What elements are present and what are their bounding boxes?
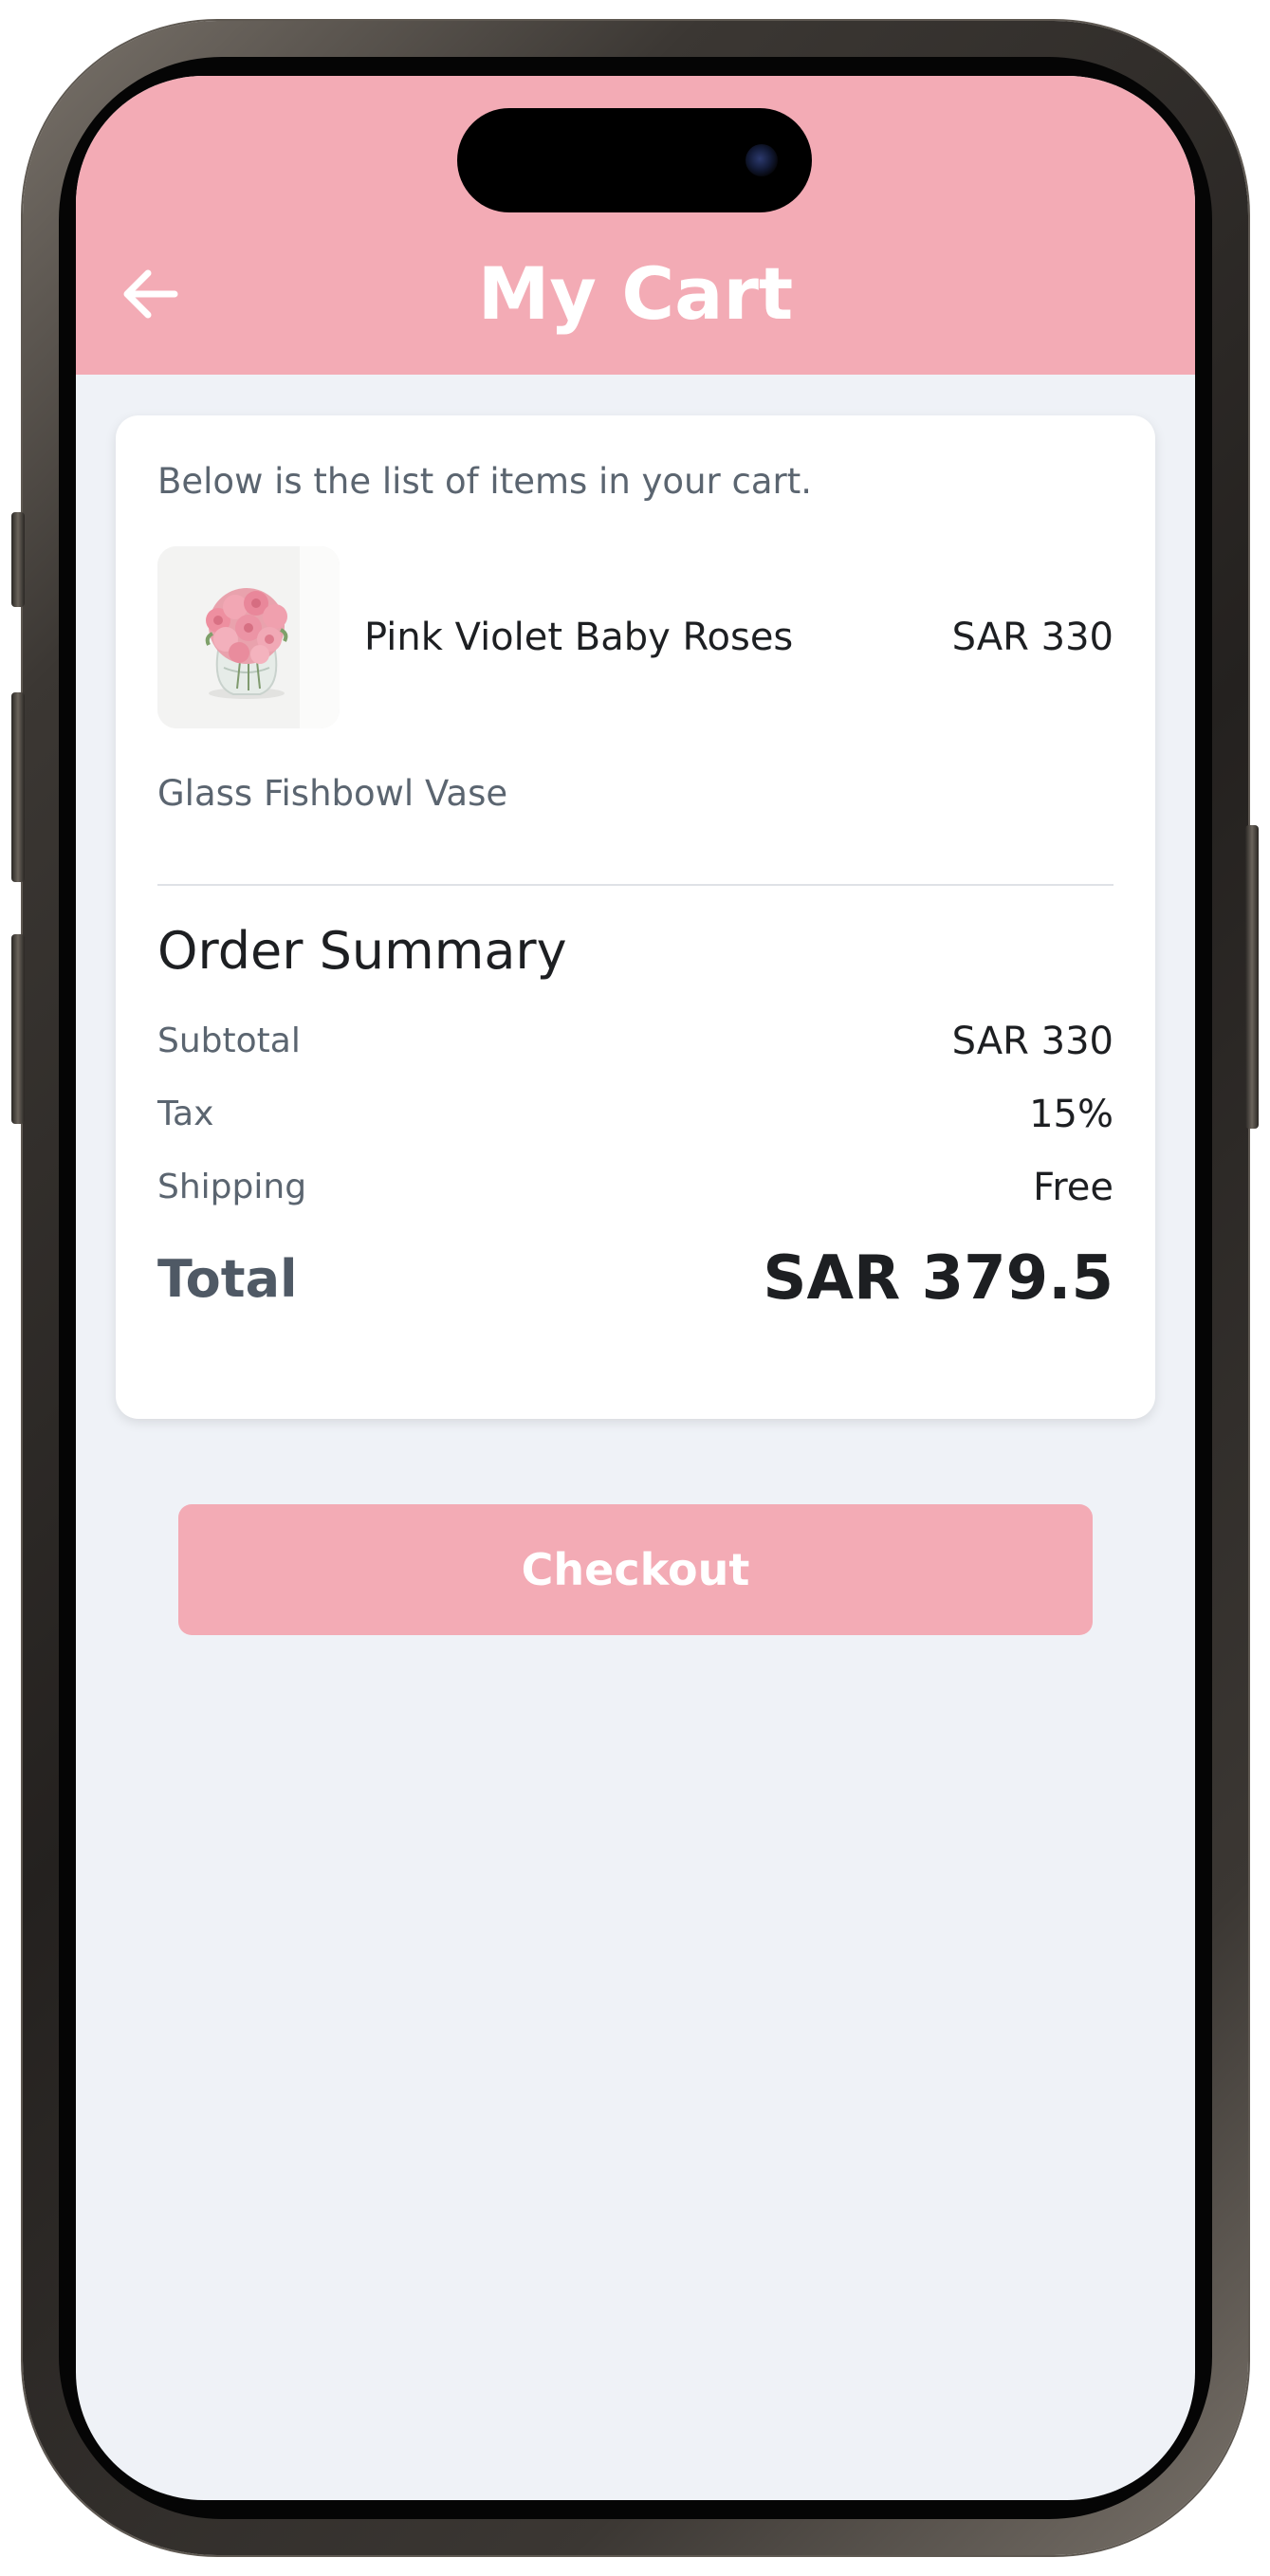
shipping-value: Free [1033, 1166, 1114, 1209]
divider [157, 884, 1114, 886]
page-title: My Cart [477, 251, 794, 336]
total-label: Total [157, 1249, 298, 1309]
cart-intro-text: Below is the list of items in your cart. [157, 461, 812, 502]
product-image[interactable] [157, 546, 340, 728]
front-camera-icon [745, 144, 778, 176]
action-button [11, 512, 25, 607]
dynamic-island [457, 108, 812, 212]
tax-value: 15% [1029, 1093, 1114, 1136]
product-name[interactable]: Pink Violet Baby Roses [364, 613, 793, 662]
checkout-button[interactable]: Checkout [178, 1504, 1093, 1635]
product-variant: Glass Fishbowl Vase [157, 773, 508, 814]
total-value: SAR 379.5 [763, 1243, 1114, 1314]
app-screen: My Cart Below is the list of items in yo… [76, 76, 1195, 2500]
cart-card: Below is the list of items in your cart. [116, 415, 1155, 1419]
product-price: SAR 330 [951, 616, 1114, 659]
volume-down-button [11, 934, 25, 1124]
shipping-label: Shipping [157, 1168, 307, 1206]
power-button [1245, 825, 1259, 1129]
order-summary-heading: Order Summary [157, 921, 567, 981]
app-header: My Cart [76, 76, 1195, 375]
volume-up-button [11, 692, 25, 882]
rose-bouquet-image [157, 546, 340, 728]
subtotal-label: Subtotal [157, 1021, 301, 1060]
tax-label: Tax [157, 1095, 214, 1133]
subtotal-value: SAR 330 [951, 1020, 1114, 1063]
